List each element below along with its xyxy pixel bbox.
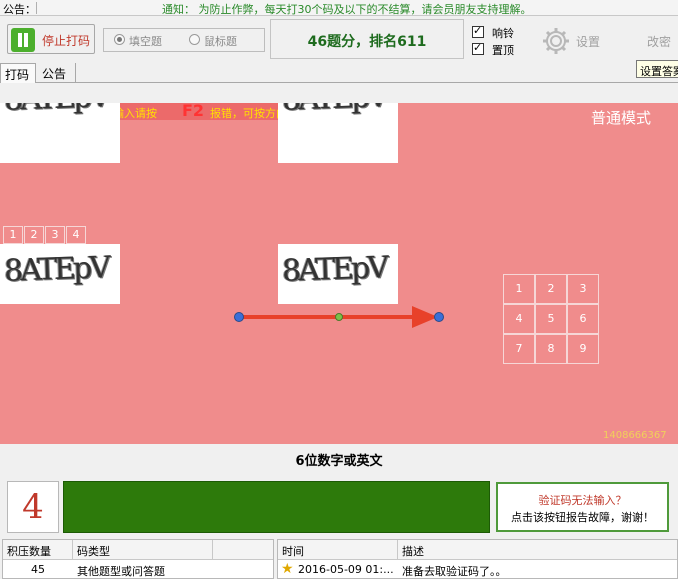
arrow-end-handle[interactable] (434, 312, 444, 322)
radio-fill-label: 填空题 (129, 35, 162, 48)
notice-divider (36, 2, 37, 14)
queue-table: 积压数量 码类型 45 其他题型或问答题 (2, 539, 274, 579)
captcha-text: 8ATEpV (281, 250, 387, 289)
tab-captcha[interactable]: 打码 (0, 63, 36, 83)
captcha-image: 8ATEpV (0, 244, 120, 304)
grid-cell[interactable]: 5 (535, 304, 567, 334)
notice-bar: 公告： 通知： 为防止作弊，每天打30个码及以下的不结算，请会员朋友支持理解。 (0, 0, 678, 16)
captcha-image: 8ATEpV (278, 103, 398, 163)
number-cell[interactable]: 2 (24, 226, 44, 244)
column-header-description[interactable]: 描述 (398, 540, 677, 560)
notice-text: 通知： 为防止作弊，每天打30个码及以下的不结算，请会员朋友支持理解。 (162, 3, 532, 16)
captcha-image: 8ATEpV (0, 103, 120, 163)
countdown-box: 4 (7, 481, 59, 533)
table-cell: 其他题型或问答题 (77, 565, 165, 578)
settings-tooltip: 设置答案 (636, 60, 678, 78)
number-cell[interactable]: 3 (45, 226, 65, 244)
grid-cell[interactable]: 4 (503, 304, 535, 334)
arrow-mid-handle[interactable] (335, 313, 343, 321)
score-panel: 46题分，排名611 (270, 19, 464, 59)
notice-label: 公告： (3, 3, 36, 16)
answer-input[interactable] (63, 481, 490, 533)
sound-checkbox[interactable] (472, 24, 484, 38)
question-type-label: 6位数字或英文 (295, 454, 383, 469)
tab-bar: 打码 公告 (0, 63, 678, 83)
grid-cell[interactable]: 6 (567, 304, 599, 334)
grid-cell[interactable]: 3 (567, 274, 599, 304)
grid-cell[interactable]: 9 (567, 334, 599, 364)
report-line2: 点击该按钮报告故障，谢谢！ (511, 511, 654, 524)
column-header-time[interactable]: 时间 (278, 540, 398, 560)
score-rank-text: 46题分，排名611 (307, 34, 427, 50)
log-table: 时间 描述 ★ 2016-05-09 01:... 准备去取验证码了。。 (277, 539, 678, 579)
table-cell: 45 (31, 563, 45, 576)
captcha-text: 8ATEpV (3, 250, 109, 289)
captcha-id: 1408666367 (603, 430, 667, 441)
grid-cell[interactable]: 8 (535, 334, 567, 364)
countdown-value: 4 (22, 487, 44, 527)
tab-announcement[interactable]: 公告 (38, 63, 76, 83)
column-header-type[interactable]: 码类型 (73, 540, 213, 560)
hint-key: F2 (182, 103, 205, 120)
drag-arrow[interactable] (230, 303, 450, 333)
question-mode-group: 填空题 鼠标题 (103, 28, 265, 52)
gear-icon[interactable] (542, 27, 570, 55)
sound-checkbox-label: 响铃 (492, 27, 514, 40)
number-grid: 1 2 3 4 5 6 7 8 9 (503, 274, 599, 364)
stop-button-label: 停止打码 (42, 34, 91, 48)
radio-mouse-label: 鼠标题 (204, 35, 237, 48)
captcha-area[interactable]: 遇到无效图片或者不能输入请按 F2 报错，可按方向键选 普通模式 8ATEpV … (0, 103, 678, 444)
grid-cell[interactable]: 2 (535, 274, 567, 304)
captcha-text: 8ATEpV (3, 103, 108, 118)
arrow-start-handle[interactable] (234, 312, 244, 322)
captcha-text: 8ATEpV (281, 103, 386, 118)
number-cell[interactable]: 4 (66, 226, 86, 244)
table-cell: 2016-05-09 01:... (298, 563, 394, 576)
control-row: 停止打码 填空题 鼠标题 46题分，排名611 响铃 置顶 (0, 17, 678, 63)
report-fault-button[interactable]: 验证码无法输入？ 点击该按钮报告故障，谢谢！ (496, 482, 669, 532)
grid-cell[interactable]: 7 (503, 334, 535, 364)
pause-icon (11, 28, 35, 52)
star-icon: ★ (281, 561, 294, 577)
mode-label: 普通模式 (591, 109, 652, 127)
column-header-blank (213, 540, 273, 560)
radio-mouse[interactable] (189, 34, 200, 45)
stop-button[interactable]: 停止打码 (7, 24, 95, 54)
column-header-backlog[interactable]: 积压数量 (3, 540, 73, 560)
number-cell[interactable]: 1 (3, 226, 23, 244)
always-on-top-label: 置顶 (492, 44, 514, 57)
settings-button[interactable]: 设置 (576, 33, 600, 50)
app-window: 公告： 通知： 为防止作弊，每天打30个码及以下的不结算，请会员朋友支持理解。 … (0, 0, 678, 579)
report-line1: 验证码无法输入？ (538, 494, 627, 507)
table-cell: 准备去取验证码了。。 (402, 565, 507, 578)
always-on-top-checkbox[interactable] (472, 41, 484, 55)
grid-cell[interactable]: 1 (503, 274, 535, 304)
radio-fill[interactable] (114, 34, 125, 45)
captcha-image: 8ATEpV (278, 244, 398, 304)
change-password-button[interactable]: 改密 (647, 33, 671, 50)
